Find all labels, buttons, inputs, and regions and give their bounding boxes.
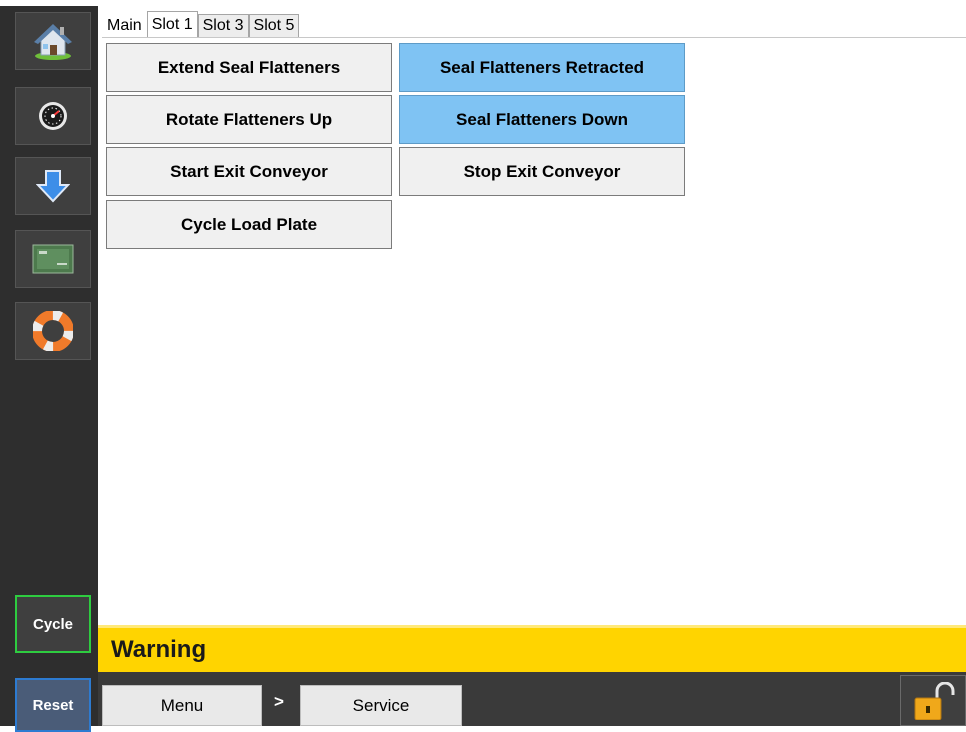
cpu-icon [31, 241, 75, 277]
service-button[interactable]: Service [300, 685, 462, 726]
start-exit-conveyor-button[interactable]: Start Exit Conveyor [106, 147, 392, 196]
lock-button[interactable] [900, 675, 966, 726]
tab-slot-1[interactable]: Slot 1 [146, 11, 198, 37]
menu-button[interactable]: Menu [102, 685, 262, 726]
reset-button[interactable]: Reset [15, 678, 91, 732]
seal-flatteners-down-indicator[interactable]: Seal Flatteners Down [399, 95, 685, 144]
bottom-nav: Menu > Service [98, 672, 966, 726]
unlocked-padlock-icon [911, 681, 955, 725]
cycle-button[interactable]: Cycle [15, 595, 91, 653]
extend-seal-flatteners-button[interactable]: Extend Seal Flatteners [106, 43, 392, 92]
download-arrow-icon [36, 169, 70, 203]
tab-main[interactable]: Main [102, 14, 147, 37]
rotate-flatteners-up-button[interactable]: Rotate Flatteners Up [106, 95, 392, 144]
gauge-icon [37, 100, 69, 132]
home-button[interactable] [15, 12, 91, 70]
help-button[interactable] [15, 302, 91, 360]
warning-text: Warning [111, 636, 207, 663]
seal-flatteners-retracted-indicator[interactable]: Seal Flatteners Retracted [399, 43, 685, 92]
warning-bar: Warning [98, 625, 966, 672]
download-button[interactable] [15, 157, 91, 215]
tab-slot-5[interactable]: Slot 5 [248, 14, 300, 37]
sidebar: Cycle Reset [0, 0, 98, 732]
cpu-button[interactable] [15, 230, 91, 288]
breadcrumb-separator: > [274, 692, 284, 711]
tab-strip: Main Slot 1 Slot 3 Slot 5 [102, 11, 966, 38]
main-panel: Main Slot 1 Slot 3 Slot 5 Extend Seal Fl… [98, 0, 966, 726]
tab-slot-3[interactable]: Slot 3 [197, 14, 249, 37]
stop-exit-conveyor-button[interactable]: Stop Exit Conveyor [399, 147, 685, 196]
home-icon [31, 21, 75, 61]
gauge-button[interactable] [15, 87, 91, 145]
lifebuoy-icon [33, 311, 73, 351]
cycle-load-plate-button[interactable]: Cycle Load Plate [106, 200, 392, 249]
